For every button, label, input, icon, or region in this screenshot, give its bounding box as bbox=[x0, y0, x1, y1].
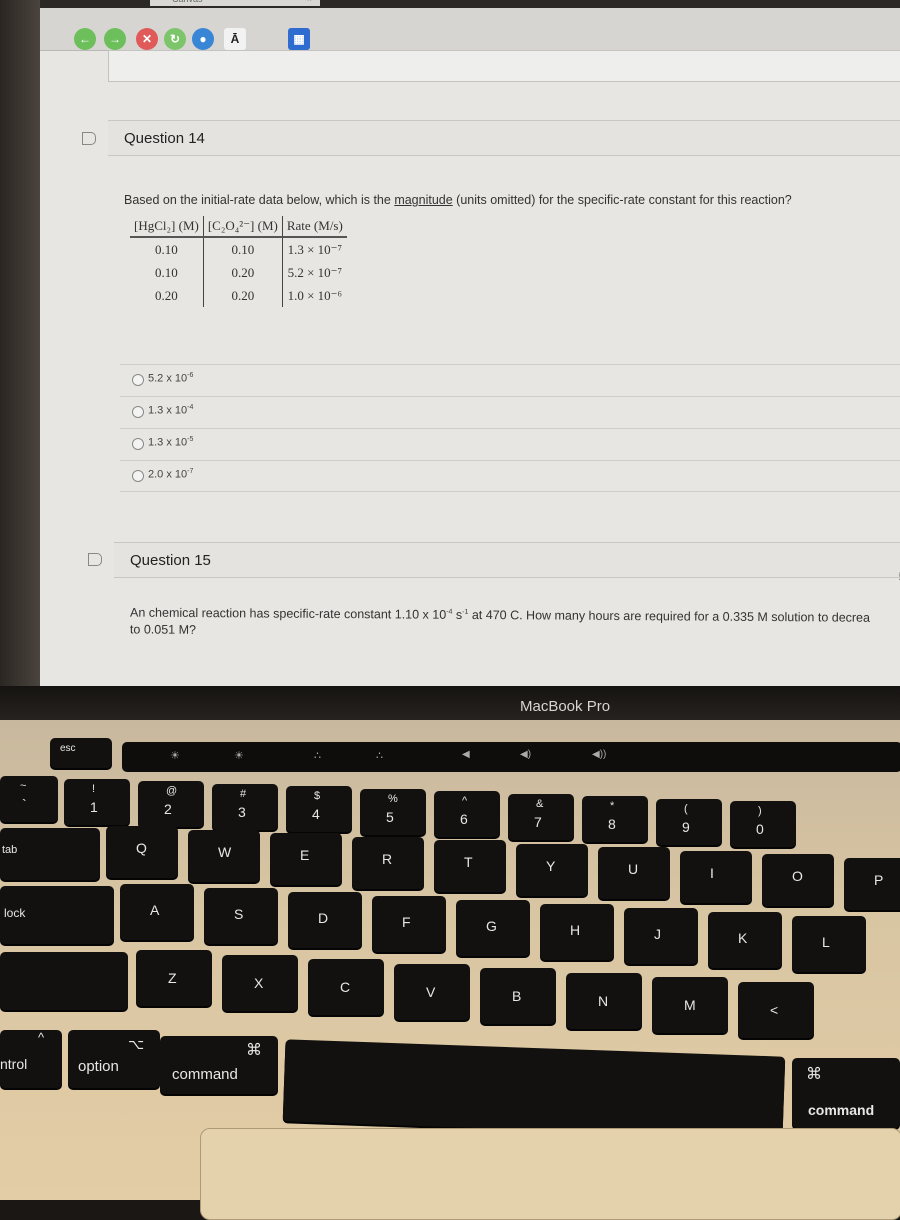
tab-title: Canvas bbox=[172, 0, 203, 4]
key-w[interactable]: W bbox=[188, 829, 260, 882]
magnitude-link: magnitude bbox=[394, 193, 453, 207]
key-c[interactable]: C bbox=[308, 959, 384, 1015]
key-a[interactable]: A bbox=[120, 884, 194, 940]
key-4[interactable]: $4 bbox=[286, 786, 352, 832]
key-r[interactable]: R bbox=[352, 836, 424, 889]
question-15-title: Question 15 bbox=[130, 552, 211, 569]
screen-bezel bbox=[0, 0, 40, 690]
brightness-down-icon[interactable]: ☀ bbox=[170, 749, 180, 762]
key-f[interactable]: F bbox=[372, 896, 446, 952]
keyboard-backlight-up-icon[interactable]: ∴ bbox=[376, 749, 383, 762]
key-t[interactable]: T bbox=[434, 840, 506, 892]
key-1[interactable]: ! 1 bbox=[64, 778, 130, 825]
globe-icon[interactable]: ● bbox=[192, 28, 214, 50]
forward-icon[interactable]: → bbox=[104, 28, 126, 50]
key-9[interactable]: (9 bbox=[656, 798, 722, 845]
radio-button[interactable] bbox=[132, 374, 144, 386]
answer-option[interactable]: 5.2 x 10-6 bbox=[120, 364, 900, 395]
key-z[interactable]: Z bbox=[136, 950, 212, 1006]
key-n[interactable]: N bbox=[566, 972, 642, 1029]
key-6[interactable]: ^ 6 bbox=[434, 791, 500, 837]
answer-option[interactable]: 1.3 x 10-5 bbox=[120, 428, 900, 459]
key-j[interactable]: J bbox=[624, 908, 698, 964]
answer-option[interactable]: 2.0 x 10-7 bbox=[120, 460, 900, 492]
stop-icon[interactable]: ✕ bbox=[136, 28, 158, 50]
key-o[interactable]: O bbox=[762, 854, 834, 906]
key-d[interactable]: D bbox=[288, 892, 362, 948]
key-i[interactable]: I bbox=[680, 850, 752, 903]
key-command-left[interactable]: ⌘ command bbox=[160, 1036, 278, 1094]
browser-toolbar: ← → ✕ ↻ ● Ā ▦ bbox=[40, 8, 900, 51]
key-comma[interactable]: < bbox=[738, 981, 814, 1038]
key-tab[interactable]: tab bbox=[0, 828, 100, 880]
radio-button[interactable] bbox=[132, 406, 144, 418]
question-15-prompt: An chemical reaction has specific-rate c… bbox=[129, 605, 871, 638]
key-control[interactable]: ^ ntrol bbox=[0, 1030, 62, 1088]
key-option[interactable]: ⌥ option bbox=[68, 1030, 160, 1088]
key-g[interactable]: G bbox=[456, 900, 530, 956]
volume-down-icon[interactable]: ◀) bbox=[520, 749, 531, 760]
key-5[interactable]: % 5 bbox=[360, 788, 426, 835]
key-caps-lock[interactable]: lock bbox=[0, 886, 114, 944]
question-14-title: Question 14 bbox=[124, 130, 205, 147]
table-header: [C₂O₄²⁻] (M) bbox=[202, 216, 283, 238]
keyboard-backlight-down-icon[interactable]: ∴ bbox=[314, 749, 321, 762]
browser-tab[interactable]: Canvas × bbox=[150, 0, 320, 6]
trackpad[interactable] bbox=[200, 1128, 900, 1220]
key-q[interactable]: Q bbox=[106, 826, 178, 878]
calculator-icon[interactable]: ▦ bbox=[288, 28, 310, 50]
text-size-icon[interactable]: Ā bbox=[224, 28, 246, 50]
window-titlebar: Canvas × bbox=[40, 0, 900, 8]
key-v[interactable]: V bbox=[394, 963, 470, 1020]
key-3[interactable]: #3 bbox=[212, 783, 278, 830]
key-command-right[interactable]: ⌘ command bbox=[792, 1058, 900, 1128]
volume-up-icon[interactable]: ◀)) bbox=[592, 749, 606, 760]
key-x[interactable]: X bbox=[222, 954, 298, 1011]
refresh-icon[interactable]: ↻ bbox=[164, 28, 186, 50]
table-row: 0.10 0.20 5.2 × 10⁻⁷ bbox=[130, 261, 347, 284]
rate-data-table: [HgCl₂] (M) [C₂O₄²⁻] (M) Rate (M/s) 0.10… bbox=[130, 216, 347, 307]
question-14-header: Question 14 bbox=[108, 120, 900, 156]
flag-question-15-icon[interactable] bbox=[88, 553, 102, 566]
laptop-screen: Canvas × ← → ✕ ↻ ● Ā ▦ Question 14 Based … bbox=[0, 0, 900, 690]
flag-question-14-icon[interactable] bbox=[82, 132, 96, 145]
back-icon[interactable]: ← bbox=[74, 28, 96, 50]
address-bar[interactable] bbox=[108, 50, 900, 82]
table-header: [HgCl₂] (M) bbox=[130, 216, 204, 238]
table-row: 0.20 0.20 1.0 × 10⁻⁶ bbox=[130, 284, 347, 307]
close-tab-icon[interactable]: × bbox=[307, 0, 312, 4]
touch-bar[interactable]: ☀ ☀ ∴ ∴ ◀ ◀) ◀)) bbox=[122, 742, 900, 772]
question-14-prompt: Based on the initial-rate data below, wh… bbox=[124, 193, 792, 207]
radio-button[interactable] bbox=[132, 470, 144, 482]
key-esc[interactable]: esc bbox=[50, 738, 112, 768]
key-u[interactable]: U bbox=[598, 847, 670, 899]
mute-icon[interactable]: ◀ bbox=[462, 749, 470, 760]
key-p[interactable]: P bbox=[844, 857, 900, 910]
key-h[interactable]: H bbox=[540, 904, 614, 960]
brightness-up-icon[interactable]: ☀ bbox=[234, 749, 244, 762]
key-l[interactable]: L bbox=[792, 916, 866, 972]
answer-option[interactable]: 1.3 x 10-4 bbox=[120, 396, 900, 427]
key-tilde[interactable]: ~ ` bbox=[0, 776, 58, 822]
question-15-header: Question 15 5 bbox=[114, 542, 900, 584]
table-header: Rate (M/s) bbox=[281, 216, 347, 238]
key-2[interactable]: @2 bbox=[138, 781, 204, 827]
table-row: 0.10 0.10 1.3 × 10⁻⁷ bbox=[130, 237, 347, 261]
key-7[interactable]: & 7 bbox=[508, 793, 574, 840]
radio-button[interactable] bbox=[132, 438, 144, 450]
key-e[interactable]: E bbox=[270, 833, 342, 885]
key-b[interactable]: B bbox=[480, 968, 556, 1024]
key-space[interactable] bbox=[282, 1039, 786, 1139]
key-shift[interactable] bbox=[0, 952, 128, 1010]
macbook-pro-label: MacBook Pro bbox=[520, 698, 611, 715]
key-k[interactable]: K bbox=[708, 912, 782, 968]
key-s[interactable]: S bbox=[204, 888, 278, 944]
key-0[interactable]: ) 0 bbox=[730, 801, 796, 847]
key-y[interactable]: Y bbox=[516, 843, 588, 896]
key-8[interactable]: * 8 bbox=[582, 796, 648, 842]
key-m[interactable]: M bbox=[652, 977, 728, 1033]
